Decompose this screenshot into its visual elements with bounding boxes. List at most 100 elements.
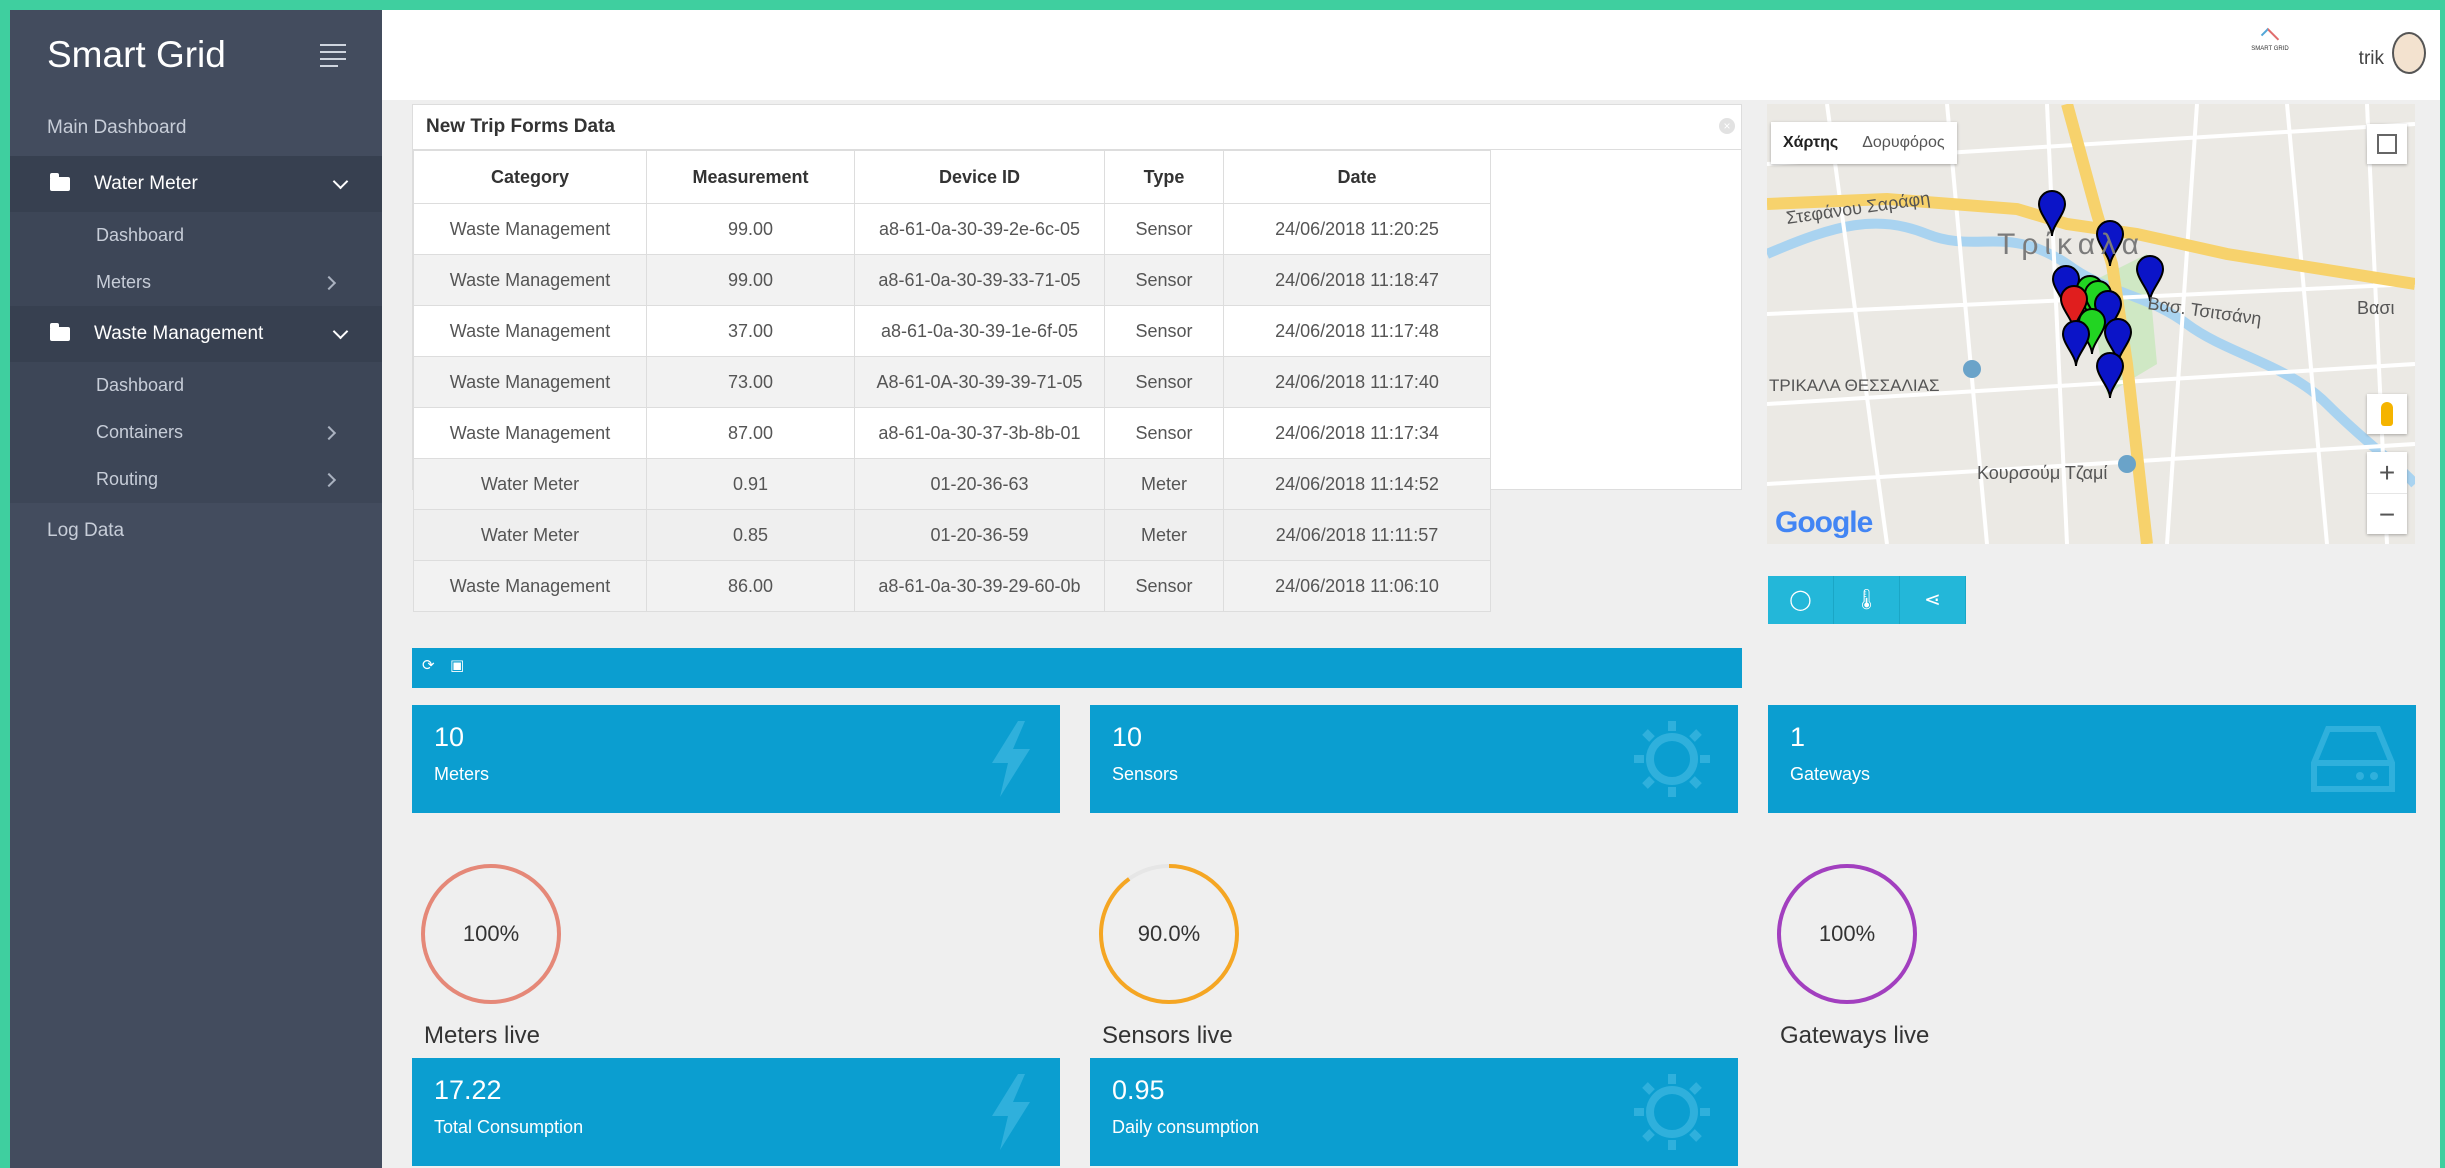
column-header-measurement[interactable]: Measurement: [646, 150, 855, 204]
map-canvas[interactable]: Στεφάνου Σαράφη Τρίκαλα Βασ. Τσιτσάνη Βα…: [1767, 104, 2415, 544]
map-label-region: ΤΡΙΚΑΛΑ ΘΕΣΣΑΛΙΑΣ: [1769, 376, 1939, 395]
table-row[interactable]: Waste Management 37.00 a8-61-0a-30-39-1e…: [413, 305, 1491, 357]
nav-main-dashboard[interactable]: Main Dashboard: [10, 100, 382, 156]
nav-group-waste-management[interactable]: Waste Management: [10, 306, 382, 362]
cell-type: Sensor: [1104, 407, 1224, 459]
zoom-in-button[interactable]: +: [2367, 452, 2407, 494]
gauge-value: 100%: [1818, 921, 1876, 946]
table-row[interactable]: Water Meter 0.85 01-20-36-59 Meter 24/06…: [413, 509, 1491, 561]
card-value: 0.95: [1112, 1075, 1165, 1105]
cell-measurement: 87.00: [646, 407, 855, 459]
table-header-row: Category Measurement Device ID Type Date: [413, 150, 1491, 204]
cell-device-id: A8-61-0A-30-39-39-71-05: [854, 356, 1105, 408]
card-value: 10: [1112, 722, 1143, 752]
trip-forms-panel: New Trip Forms Data × Category Measureme…: [412, 104, 1742, 612]
card-sensors: 10 Sensors: [1090, 705, 1738, 813]
card-label: Total Consumption: [434, 1117, 584, 1137]
column-header-type[interactable]: Type: [1104, 150, 1224, 204]
street-view-pegman-icon[interactable]: [2367, 394, 2407, 434]
zoom-out-button[interactable]: −: [2367, 494, 2407, 535]
cell-device-id: a8-61-0a-30-39-1e-6f-05: [854, 305, 1105, 357]
data-table: Category Measurement Device ID Type Date…: [413, 150, 1491, 612]
user-name[interactable]: trik: [2359, 48, 2384, 70]
map-type-tabs: Χάρτης Δορυφόρος: [1771, 122, 1957, 164]
cell-type: Sensor: [1104, 356, 1224, 408]
gauge-meters-live: 100%: [420, 863, 562, 1005]
table-row[interactable]: Waste Management 86.00 a8-61-0a-30-39-29…: [413, 560, 1491, 612]
cell-date: 24/06/2018 11:06:10: [1223, 560, 1491, 612]
folder-icon: [50, 323, 70, 341]
nav-water-meters[interactable]: Meters: [10, 259, 382, 306]
chevron-right-icon: [321, 472, 337, 487]
cell-measurement: 99.00: [646, 203, 855, 255]
column-header-device-id[interactable]: Device ID: [854, 150, 1105, 204]
nav-item-label: Meters: [96, 272, 152, 292]
nav-group-label: Waste Management: [94, 323, 264, 344]
nav-group-water-meter[interactable]: Water Meter: [10, 156, 382, 212]
cell-type: Sensor: [1104, 560, 1224, 612]
cell-date: 24/06/2018 11:17:40: [1223, 356, 1491, 408]
nav-log-data[interactable]: Log Data: [10, 503, 382, 559]
share-nodes-icon[interactable]: ⋖: [1900, 576, 1966, 624]
avatar[interactable]: [2392, 32, 2426, 74]
nav-item-label: Containers: [96, 422, 184, 442]
panel-title: New Trip Forms Data ×: [413, 105, 1741, 150]
card-label: Daily consumption: [1112, 1117, 1260, 1137]
nav-waste-dashboard[interactable]: Dashboard: [10, 362, 382, 409]
folder-icon: [50, 173, 70, 191]
brand: Smart Grid: [10, 10, 382, 100]
column-header-category[interactable]: Category: [413, 150, 647, 204]
thermometer-icon[interactable]: 🌡: [1834, 576, 1900, 624]
sun-icon: [1634, 1074, 1710, 1150]
map-label-street: Βασι: [2357, 298, 2395, 318]
hamburger-menu-icon[interactable]: [320, 43, 346, 67]
nav-waste-containers[interactable]: Containers: [10, 409, 382, 456]
export-icon[interactable]: ▣: [450, 658, 464, 673]
card-label: Meters: [434, 764, 490, 784]
cell-measurement: 99.00: [646, 254, 855, 306]
table-row[interactable]: Waste Management 99.00 a8-61-0a-30-39-2e…: [413, 203, 1491, 255]
cell-type: Sensor: [1104, 305, 1224, 357]
cell-category: Water Meter: [413, 458, 647, 510]
cell-type: Sensor: [1104, 203, 1224, 255]
table-row[interactable]: Waste Management 87.00 a8-61-0a-30-37-3b…: [413, 407, 1491, 459]
nav-water-dashboard[interactable]: Dashboard: [10, 212, 382, 259]
cell-device-id: a8-61-0a-30-39-33-71-05: [854, 254, 1105, 306]
card-label: Sensors: [1112, 764, 1179, 784]
nav-waste-routing[interactable]: Routing: [10, 456, 382, 503]
cell-category: Waste Management: [413, 356, 647, 408]
close-icon[interactable]: ×: [1719, 118, 1735, 134]
table-row[interactable]: Waste Management 99.00 a8-61-0a-30-39-33…: [413, 254, 1491, 306]
cell-type: Sensor: [1104, 254, 1224, 306]
card-value: 1: [1790, 722, 1806, 752]
cell-device-id: 01-20-36-63: [854, 458, 1105, 510]
map-view[interactable]: Στεφάνου Σαράφη Τρίκαλα Βασ. Τσιτσάνη Βα…: [1767, 104, 2415, 544]
google-logo: Google: [1775, 506, 1873, 539]
cell-type: Meter: [1104, 509, 1224, 561]
fullscreen-icon[interactable]: [2367, 124, 2407, 164]
sun-icon: [1634, 721, 1710, 797]
brand-title: Smart Grid: [47, 34, 226, 75]
app-window: Smart Grid Main Dashboard Water Meter Da…: [10, 10, 2440, 1168]
refresh-icon[interactable]: ⟳: [422, 658, 436, 673]
cell-type: Meter: [1104, 458, 1224, 510]
tab-map[interactable]: Χάρτης: [1771, 122, 1850, 164]
sidebar: Smart Grid Main Dashboard Water Meter Da…: [10, 10, 382, 1168]
table-row[interactable]: Water Meter 0.91 01-20-36-63 Meter 24/06…: [413, 458, 1491, 510]
table-row[interactable]: Waste Management 73.00 A8-61-0A-30-39-39…: [413, 356, 1491, 408]
column-header-date[interactable]: Date: [1223, 150, 1491, 204]
cell-category: Waste Management: [413, 305, 647, 357]
gauge-sensors-live: 90.0%: [1098, 863, 1240, 1005]
cell-measurement: 0.85: [646, 509, 855, 561]
cell-device-id: a8-61-0a-30-39-2e-6c-05: [854, 203, 1105, 255]
tab-satellite[interactable]: Δορυφόρος: [1850, 122, 1956, 164]
cell-category: Water Meter: [413, 509, 647, 561]
nav-item-label: Dashboard: [96, 375, 185, 395]
top-header: SMART GRID trik: [382, 10, 2440, 100]
water-drop-icon[interactable]: ◯: [1768, 576, 1834, 624]
map-label-poi: Κουρσούμ Τζαμί: [1977, 463, 2107, 483]
gauge-label: Gateways live: [1780, 1022, 1930, 1049]
card-meters: 10 Meters: [412, 705, 1060, 813]
card-label: Gateways: [1790, 764, 1871, 784]
map-label-city: Τρίκαλα: [1997, 228, 2145, 261]
